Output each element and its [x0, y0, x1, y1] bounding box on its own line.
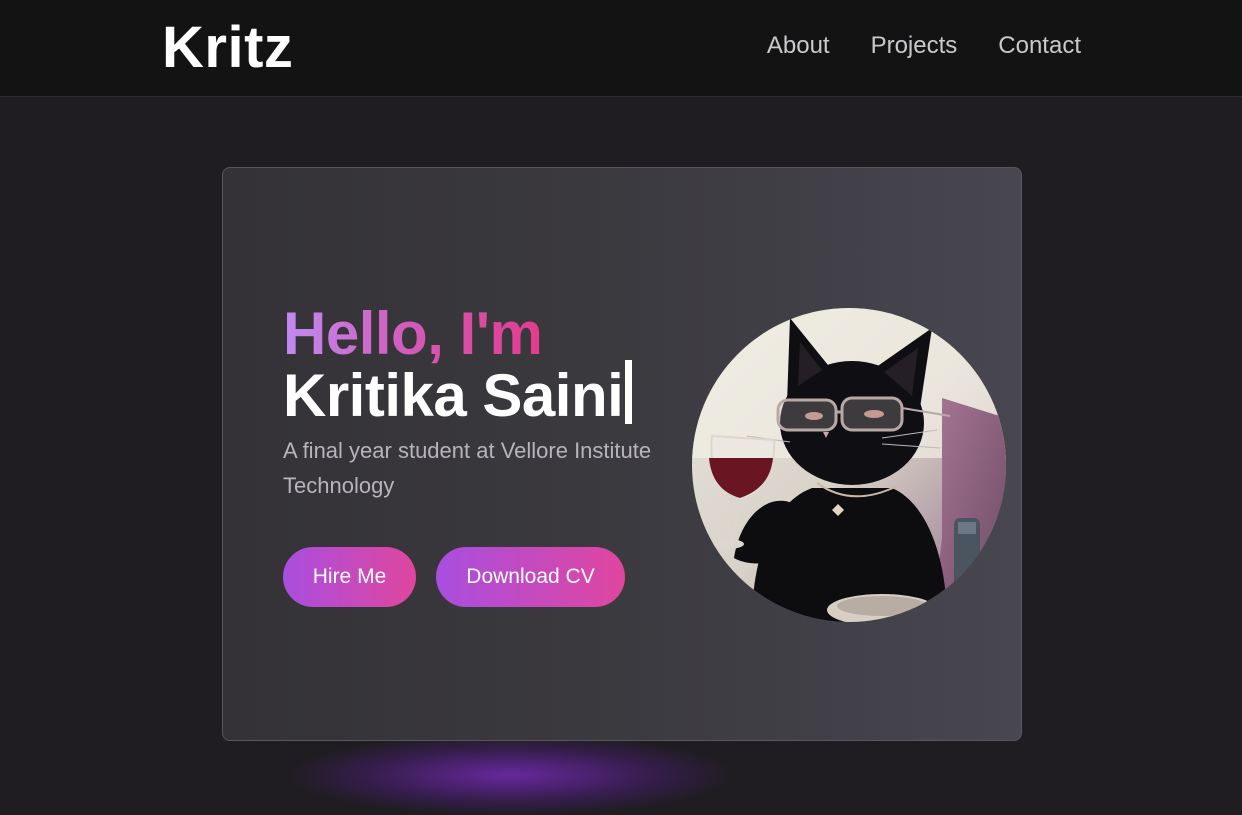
cat-with-glasses-and-wine-icon	[692, 308, 1006, 622]
hero-greeting: Hello, I'm	[283, 300, 543, 367]
nav-link-contact[interactable]: Contact	[998, 32, 1081, 60]
typing-cursor	[625, 360, 633, 424]
hero-tagline: A final year student at Vellore Institut…	[283, 438, 652, 498]
hero-card: Hello, I'm Kritika Saini A final year st…	[222, 167, 1022, 741]
top-navbar: Kritz About Projects Contact	[0, 0, 1242, 97]
download-cv-button[interactable]: Download CV	[436, 547, 625, 607]
profile-avatar	[692, 308, 1006, 622]
hero-name-text: Kritika Saini	[283, 362, 624, 429]
hero-name: Kritika Saini	[283, 360, 633, 430]
nav-link-about[interactable]: About	[767, 32, 830, 60]
nav-links: About Projects Contact	[767, 32, 1081, 60]
decorative-glow	[290, 735, 730, 815]
site-logo[interactable]: Kritz	[162, 14, 293, 81]
hire-me-button[interactable]: Hire Me	[283, 547, 416, 607]
nav-link-projects[interactable]: Projects	[871, 32, 958, 60]
